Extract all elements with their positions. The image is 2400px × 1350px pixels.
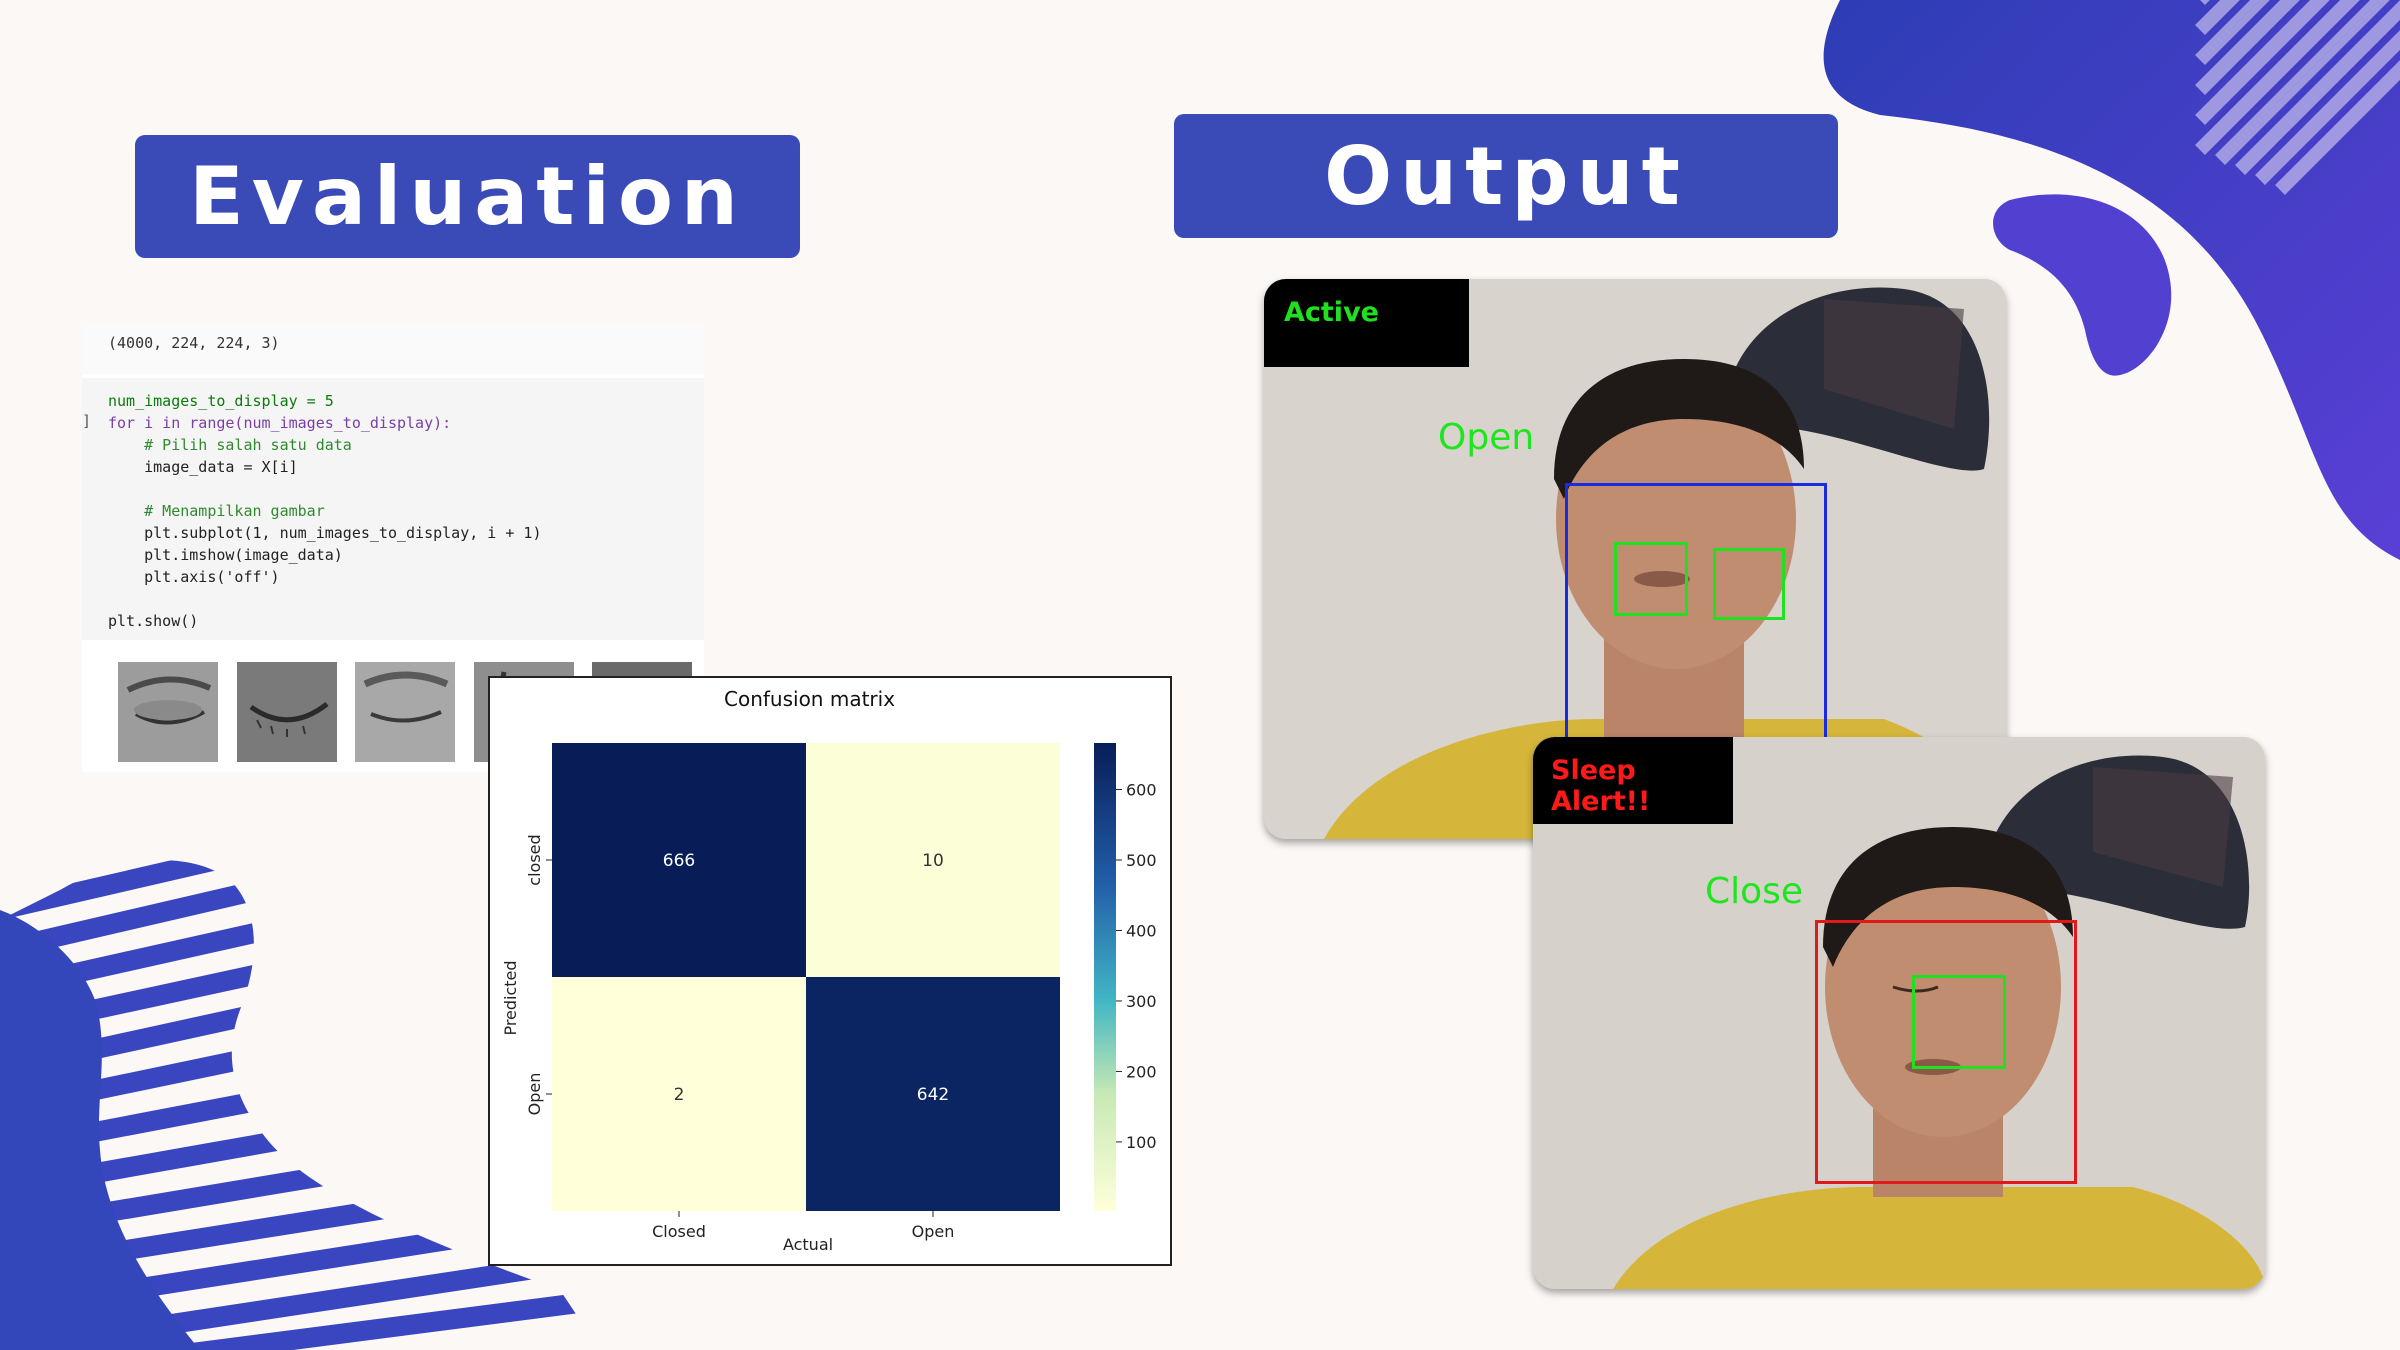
eye-state-close: Close [1705,871,1804,912]
eye-thumbnail-2 [237,662,337,762]
matrix-cell-value: 666 [663,851,695,871]
colorbar-tick-label: 300 [1126,992,1157,1011]
status-label-active: Active [1264,279,1469,367]
code-line-2: for i in range(num_images_to_display): [108,414,452,432]
x-tick-label: Open [912,1222,955,1241]
x-axis-label: Actual [783,1235,833,1254]
eye-thumbnail-1 [118,662,218,762]
cell-prompt: ] [82,412,92,430]
eye-box-right [1713,548,1785,620]
code-line-8: plt.imshow(image_data) [108,546,343,564]
x-tick-label: Closed [652,1222,706,1241]
matrix-cell-value: 642 [917,1085,949,1105]
colorbar-tick-label: 400 [1126,921,1157,940]
shape-output: (4000, 224, 224, 3) [82,322,704,374]
evaluation-title-text: Evaluation [189,150,746,243]
y-axis-label: Predicted [501,960,520,1035]
output-title: Output [1174,114,1838,238]
colorbar-tick-label: 200 [1126,1062,1157,1081]
confusion-matrix-panel: Confusion matrix 666 10 2 642 Closed Open clos… [488,676,1172,1266]
code-line-4: image_data = X[i] [108,458,298,476]
y-tick-label: Open [525,1073,544,1116]
shape-output-text: (4000, 224, 224, 3) [108,334,280,352]
code-line-7: plt.subplot(1, num_images_to_display, i … [108,524,542,542]
y-tick-label: closed [525,834,544,885]
matrix-cell-value: 10 [922,851,944,871]
face-box-active [1565,483,1827,749]
code-line-11: plt.show() [108,612,199,630]
camera-frame-alert: Sleep Alert!! Close [1533,737,2265,1289]
evaluation-title: Evaluation [135,135,800,258]
status-label-alert: Sleep Alert!! [1533,737,1733,824]
code-line-6: # Menampilkan gambar [108,502,325,520]
colorbar [1094,743,1116,1211]
colorbar-tick-label: 500 [1126,851,1157,870]
code-block: num_images_to_display = 5 for i in range… [108,390,541,632]
matrix-cell-value: 2 [674,1085,685,1105]
eye-box-single [1912,975,2006,1069]
eye-thumbnail-3 [355,662,455,762]
chart-title: Confusion matrix [724,687,895,711]
code-line-1: num_images_to_display = 5 [108,392,334,410]
status-label-active-text: Active [1284,297,1379,328]
code-cell: ] num_images_to_display = 5 for i in ran… [82,378,704,640]
code-line-3: # Pilih salah satu data [108,436,352,454]
output-title-text: Output [1324,129,1688,223]
eye-state-open: Open [1438,417,1535,458]
colorbar-tick-label: 600 [1126,781,1157,800]
decor-blob-hook [1993,194,2172,376]
status-label-alert-text: Sleep Alert!! [1551,755,1651,817]
eye-box-left [1614,542,1688,616]
code-line-9: plt.axis('off') [108,568,280,586]
colorbar-tick-label: 100 [1126,1133,1157,1152]
confusion-matrix-chart: Confusion matrix 666 10 2 642 Closed Open clos… [501,687,1157,1254]
